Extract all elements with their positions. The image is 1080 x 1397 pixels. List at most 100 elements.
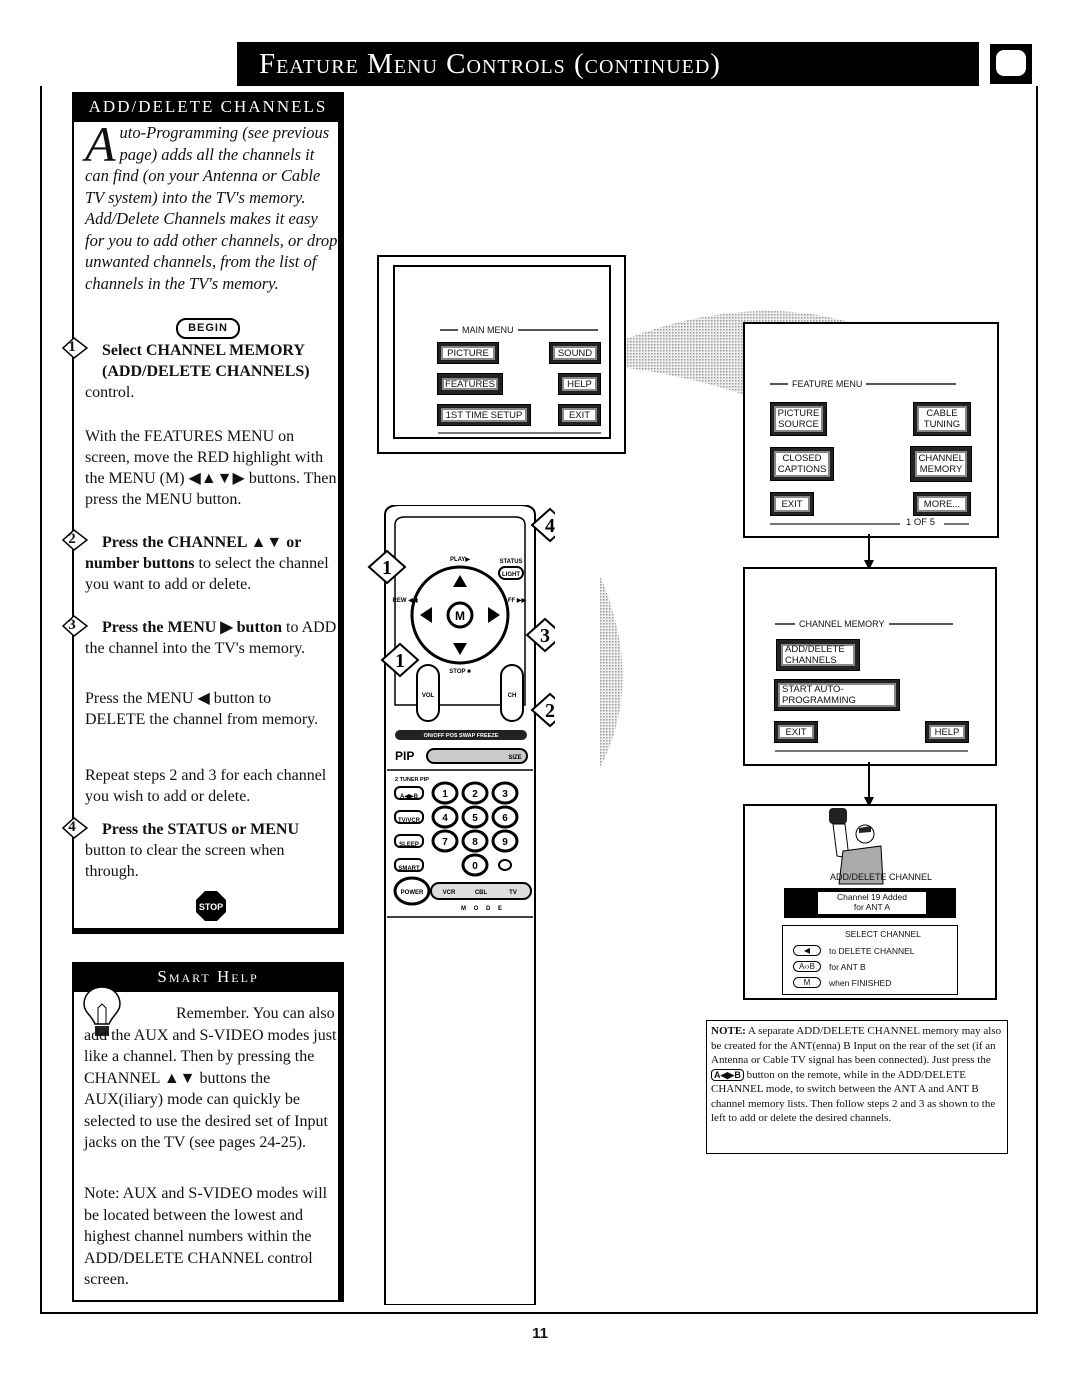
menu-left-key-icon: ◀ [793, 945, 821, 956]
hint-finished: Mwhen FINISHED [793, 977, 891, 988]
frame-border-right [1036, 86, 1038, 1314]
note-text-b: button on the remote, while in the ADD/D… [711, 1068, 996, 1125]
channel-memory-bottom-bar [775, 750, 968, 752]
digit-2-label: 2 [472, 789, 478, 800]
feature-menu-closed-captions-button[interactable]: CLOSED CAPTIONS [770, 447, 834, 481]
mode-label: M O D E [461, 906, 505, 912]
channel-memory-help-button[interactable]: HELP [925, 721, 969, 743]
feature-menu-bottom-bar [770, 523, 900, 525]
feature-menu-page-indicator: 1 OF 5 [906, 517, 936, 528]
channel-memory-title: CHANNEL MEMORY [775, 619, 953, 629]
power-label: POWER [401, 890, 424, 896]
main-menu-title: MAIN MENU [440, 325, 598, 335]
rew-label: REW ◀◀ [393, 597, 418, 604]
channel-memory-title-text: CHANNEL MEMORY [799, 619, 885, 629]
callout-number: 2 [545, 700, 555, 722]
callout-number: 4 [545, 515, 555, 537]
light-label: LIGHT [502, 572, 520, 578]
main-menu-exit-button[interactable]: EXIT [558, 404, 601, 426]
digit-8-label: 8 [472, 837, 478, 848]
channel-memory-exit-button[interactable]: EXIT [774, 721, 818, 743]
feature-menu-title-text: FEATURE MENU [792, 379, 863, 389]
page-title: Feature Menu Controls (continued) [237, 42, 979, 86]
channel-status-line-2: for ANT A [853, 902, 891, 912]
flow-arrow-line-1 [868, 534, 870, 562]
hint-finished-text: when FINISHED [829, 977, 892, 988]
mode-vcr-label: VCR [443, 890, 456, 896]
drop-cap: A [85, 116, 116, 172]
play-label: PLAY▶ [450, 556, 470, 563]
step-3-title: Press the MENU ▶ button [102, 619, 283, 636]
beam-lower [600, 575, 623, 768]
channel-status-line-1: Channel 19 Added [837, 892, 907, 902]
size-label: SIZE [508, 755, 521, 761]
menu-m-key-icon: M [793, 977, 821, 988]
stop-sign-label: STOP [199, 902, 223, 912]
pip-row-labels: ON/OFF POS SWAP FREEZE [424, 733, 499, 739]
step-3-text: Press the MENU ▶ button to ADD the chann… [85, 617, 337, 659]
main-menu-sound-button[interactable]: SOUND [549, 342, 601, 364]
ch-label: CH [508, 693, 517, 699]
select-channel-panel: SELECT CHANNEL ◀ to DELETE CHANNEL A‹›B fo… [782, 925, 958, 995]
remote-control-illustration: M PLAY▶ STATUS LIGHT REW ◀◀ FF ▶▶ STOP ■… [367, 505, 555, 1305]
tv-screen-icon [990, 44, 1032, 84]
frame-border-left [40, 86, 42, 1314]
step-4-title: Press the STATUS or MENU [102, 821, 300, 838]
channel-memory-add-delete-button[interactable]: ADD/DELETE CHANNELS [776, 639, 860, 671]
main-menu-first-time-setup-button[interactable]: 1ST TIME SETUP [437, 404, 531, 426]
intro-text: uto-Programming (see previous page) adds… [85, 123, 338, 293]
stop-label: STOP ■ [449, 669, 471, 675]
channel-status-message: Channel 19 Added for ANT A [818, 892, 926, 914]
main-menu-help-button[interactable]: HELP [558, 373, 601, 395]
hint-delete-text: to DELETE CHANNEL [829, 945, 915, 956]
feature-menu-channel-memory-button[interactable]: CHANNEL MEMORY [910, 446, 972, 482]
digit-6-label: 6 [502, 813, 508, 824]
status-label: STATUS [499, 559, 522, 565]
step-1-text: control. [85, 384, 135, 401]
step-3-detail: Press the MENU ◀ button to DELETE the ch… [85, 690, 319, 728]
step-1-marker-icon: 1 [61, 336, 89, 360]
main-menu-picture-button[interactable]: PICTURE [437, 342, 499, 364]
feature-menu-picture-source-button[interactable]: PICTURE SOURCE [770, 402, 827, 436]
note-text-a: A separate ADD/DELETE CHANNEL memory may… [711, 1025, 1002, 1066]
digit-1-label: 1 [442, 789, 448, 800]
step-1-number: 1 [68, 339, 76, 355]
step-1-title: Select CHANNEL MEMORY (ADD/DELETE CHANNE… [102, 342, 310, 380]
select-channel-label: SELECT CHANNEL [845, 929, 921, 939]
pip-label: PIP [395, 749, 414, 763]
main-menu-title-text: MAIN MENU [462, 325, 514, 335]
add-delete-screen-title: ADD/DELETE CHANNEL [829, 872, 933, 882]
page-title-text: Feature Menu Controls (continued) [259, 47, 721, 80]
feature-menu-bottom-bar-right [944, 523, 969, 525]
sleep-key-label: SLEEP [399, 842, 419, 848]
step-4-text: button to clear the screen when through. [85, 842, 285, 880]
note-box: NOTE: A separate ADD/DELETE CHANNEL memo… [706, 1020, 1008, 1154]
feature-menu-cable-tuning-button[interactable]: CABLE TUNING [913, 402, 971, 436]
smart-help-paragraph-2: Note: AUX and S-VIDEO modes will be loca… [84, 1185, 328, 1288]
feature-menu-more-button[interactable]: MORE... [913, 492, 971, 516]
ff-label: FF ▶▶ [508, 597, 527, 604]
begin-badge: BEGIN [176, 318, 240, 339]
hint-delete: ◀ to DELETE CHANNEL [793, 945, 915, 956]
digit-9-label: 9 [502, 837, 508, 848]
channel-memory-start-auto-programming-button[interactable]: START AUTO-PROGRAMMING [774, 679, 900, 711]
digit-7-label: 7 [442, 837, 448, 848]
smart-key-label: SMART [398, 866, 420, 872]
ab-key-icon: A‹›B [793, 961, 821, 972]
callout-number: 1 [395, 650, 405, 672]
vol-label: VOL [422, 693, 435, 699]
page-number: 11 [532, 1325, 548, 1342]
mode-tv-label: TV [509, 890, 517, 896]
extra-button[interactable] [498, 859, 512, 871]
hint-ant-b-text: for ANT B [829, 961, 866, 972]
feature-menu-exit-button[interactable]: EXIT [770, 492, 814, 516]
stop-sign-icon: STOP [195, 890, 227, 922]
menu-m-label: M [455, 609, 465, 623]
step-3-detail-2: Repeat steps 2 and 3 for each channel yo… [85, 767, 327, 805]
mode-cbl-label: CBL [475, 890, 488, 896]
main-menu-bottom-bar [438, 432, 601, 434]
frame-border-bottom [40, 1312, 1038, 1314]
digit-4-label: 4 [442, 813, 448, 824]
main-menu-features-button[interactable]: FEATURES [437, 373, 503, 395]
step-2-text: Press the CHANNEL ▲▼ or number buttons t… [85, 532, 337, 595]
